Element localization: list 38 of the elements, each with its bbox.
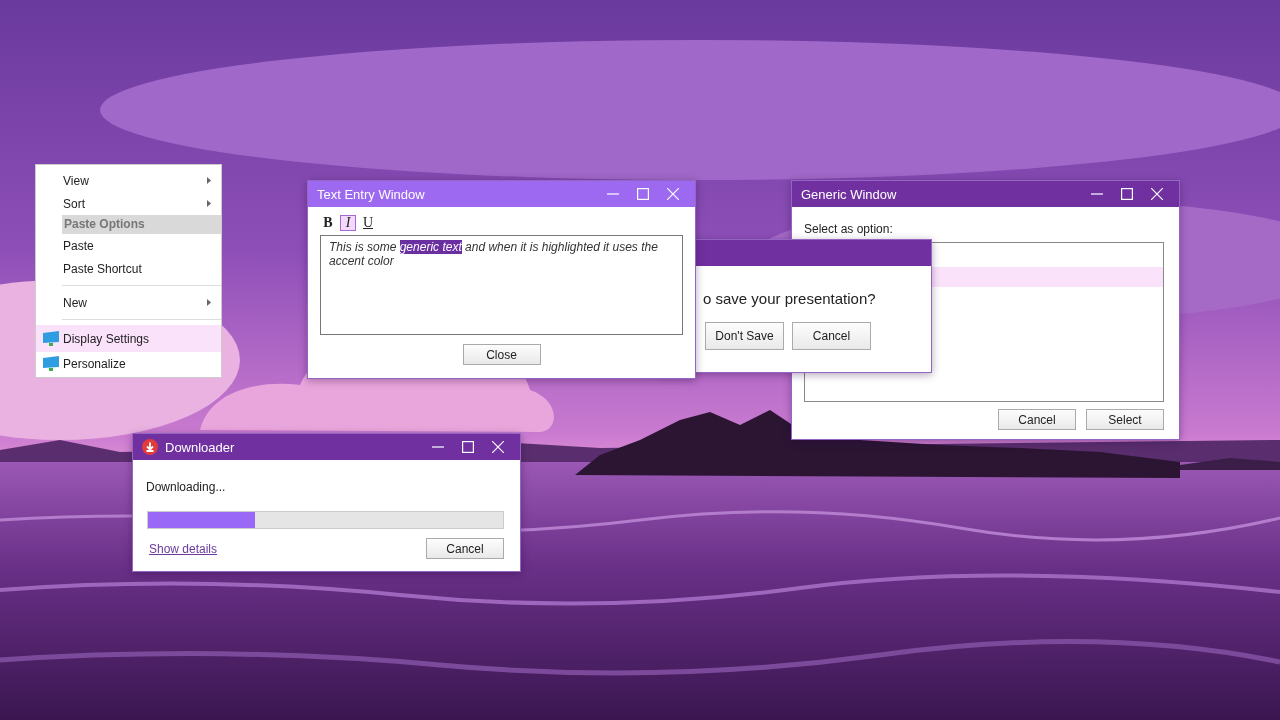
menu-item[interactable]: New xyxy=(36,291,221,314)
menu-item[interactable]: View xyxy=(36,169,221,192)
menu-item[interactable]: Paste xyxy=(36,234,221,257)
window-title: Text Entry Window xyxy=(317,186,425,202)
text-area[interactable]: This is some generic text and when it is highlighted it uses the accent color xyxy=(320,235,683,335)
dialog-button[interactable]: Cancel xyxy=(792,322,871,350)
format-button[interactable]: B xyxy=(320,215,336,231)
close-icon[interactable] xyxy=(1151,188,1163,200)
close-button[interactable]: Close xyxy=(462,344,541,365)
download-icon xyxy=(142,439,158,455)
submenu-arrow-icon xyxy=(207,200,211,207)
dialog-button[interactable]: Cancel xyxy=(998,409,1076,430)
submenu-arrow-icon xyxy=(207,299,211,306)
submenu-arrow-icon xyxy=(207,177,211,184)
text-content: This is some generic text and when it is highlighted it uses the accent color xyxy=(329,240,659,268)
prompt-label: Select as option: xyxy=(804,222,894,236)
close-icon[interactable] xyxy=(667,188,679,200)
menu-item[interactable]: Display Settings xyxy=(36,325,221,352)
window-title: Downloader xyxy=(165,439,235,455)
cancel-button[interactable]: Cancel xyxy=(426,538,504,559)
dialog-button[interactable]: Select xyxy=(1086,409,1164,430)
menu-header: Paste Options xyxy=(62,215,221,234)
menu-item[interactable]: Sort xyxy=(36,192,221,215)
close-icon[interactable] xyxy=(492,441,504,453)
maximize-icon[interactable] xyxy=(462,441,474,453)
maximize-icon[interactable] xyxy=(637,188,649,200)
menu-item[interactable]: Personalize xyxy=(36,352,221,375)
monitor-icon xyxy=(42,355,60,372)
dialog-button[interactable]: Don't Save xyxy=(705,322,784,350)
maximize-icon[interactable] xyxy=(1121,188,1133,200)
monitor-icon xyxy=(42,330,60,347)
status-text: Downloading... xyxy=(146,480,227,494)
details-link[interactable]: Show details xyxy=(149,541,218,556)
dialog-message: o save your presentation? xyxy=(703,290,877,307)
format-button[interactable]: I xyxy=(340,215,356,231)
menu-item[interactable]: Paste Shortcut xyxy=(36,257,221,280)
format-button[interactable]: U xyxy=(360,215,376,231)
window-title: Generic Window xyxy=(801,186,897,202)
